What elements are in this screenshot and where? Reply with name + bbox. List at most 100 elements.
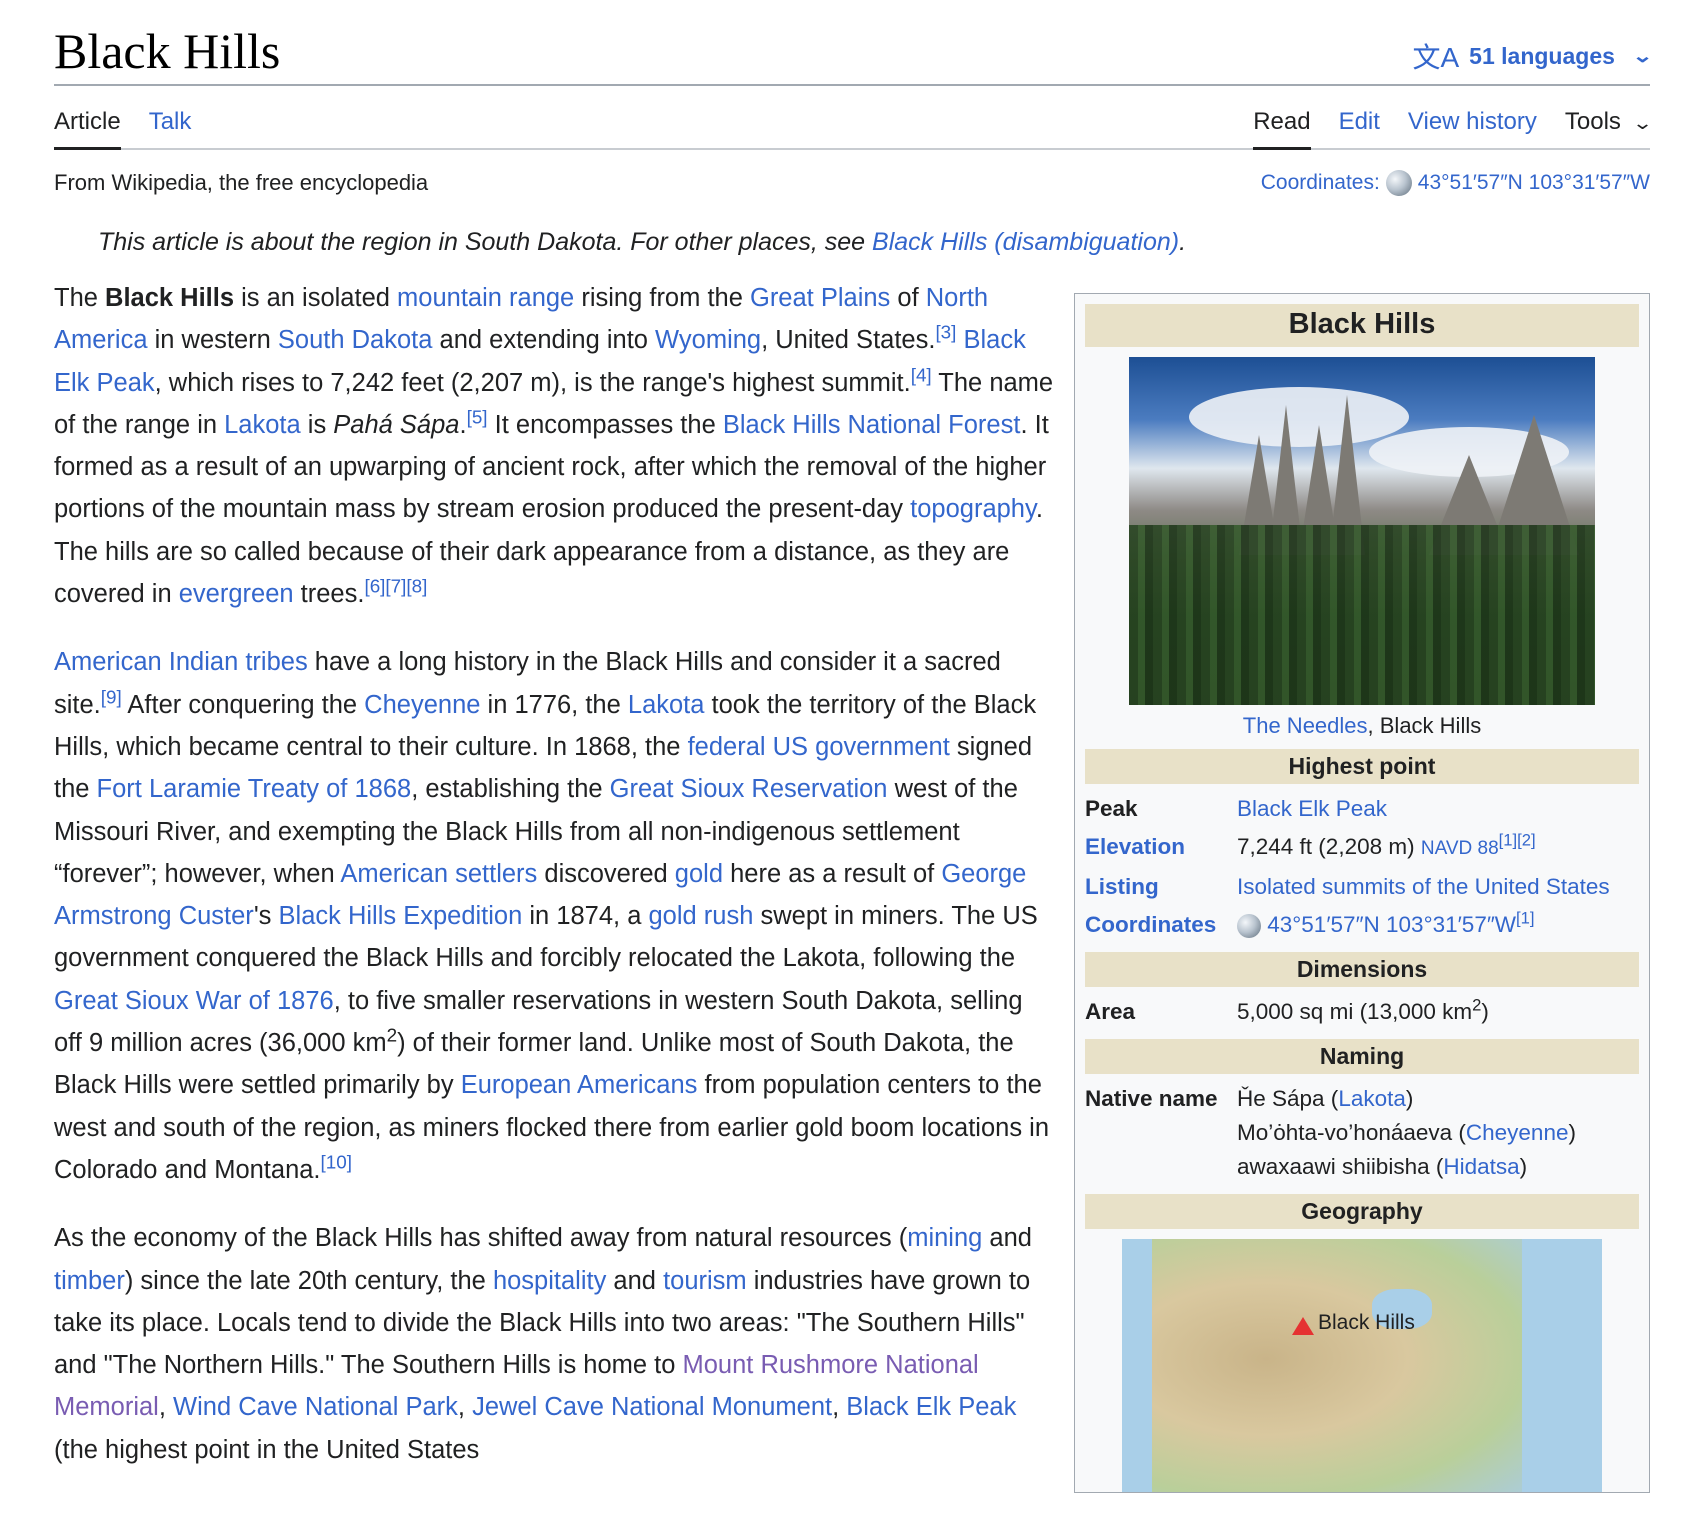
sub-header: From Wikipedia, the free encyclopedia Co… bbox=[54, 150, 1650, 210]
text: , which rises to 7,242 feet (2,207 m), i… bbox=[154, 368, 911, 397]
tab-article[interactable]: Article bbox=[54, 86, 121, 150]
link-timber[interactable]: timber bbox=[54, 1267, 125, 1295]
superscript: 2 bbox=[1472, 995, 1482, 1015]
infobox-title: Black Hills bbox=[1085, 304, 1639, 347]
link-federal-us-government[interactable]: federal US government bbox=[688, 733, 950, 761]
coordinates-link[interactable]: 43°51′57″N 103°31′57″W bbox=[1418, 171, 1650, 195]
globe-icon[interactable] bbox=[1385, 170, 1412, 196]
coordinates-label-link[interactable]: Coordinates bbox=[1085, 908, 1237, 942]
text: is bbox=[300, 410, 334, 439]
area-value: 5,000 sq mi (13,000 km bbox=[1237, 999, 1473, 1024]
row-area: Area 5,000 sq mi (13,000 km2) bbox=[1085, 995, 1639, 1029]
link-wyoming[interactable]: Wyoming bbox=[655, 326, 761, 354]
reference-link[interactable]: [9] bbox=[101, 686, 122, 707]
globe-icon[interactable] bbox=[1237, 914, 1261, 939]
translate-icon: 文A bbox=[1412, 42, 1460, 73]
cloud bbox=[1189, 387, 1409, 447]
link-lakota[interactable]: Lakota bbox=[224, 411, 301, 439]
section-highest-point: Highest point bbox=[1085, 749, 1639, 784]
reference-link[interactable]: [1] bbox=[1516, 909, 1535, 928]
text: 's bbox=[253, 902, 279, 931]
link-lakota[interactable]: Lakota bbox=[1338, 1086, 1406, 1111]
listing-label-link[interactable]: Listing bbox=[1085, 870, 1237, 904]
bold-title: Black Hills bbox=[105, 284, 235, 312]
reference-link[interactable]: [5] bbox=[467, 406, 488, 427]
hatnote-text: This article is about the region in Sout… bbox=[98, 228, 866, 256]
languages-label: 51 languages bbox=[1469, 42, 1615, 69]
coordinates-link[interactable]: 43°51′57″N 103°31′57″W bbox=[1267, 912, 1516, 937]
text: trees. bbox=[293, 580, 365, 609]
link-fort-laramie-treaty[interactable]: Fort Laramie Treaty of 1868 bbox=[97, 775, 412, 803]
text: is an isolated bbox=[234, 284, 398, 312]
location-map[interactable]: Black Hills bbox=[1122, 1239, 1602, 1492]
link-mountain-range[interactable]: mountain range bbox=[397, 284, 574, 312]
text: rising from the bbox=[574, 284, 750, 312]
hatnote-link[interactable]: Black Hills (disambiguation) bbox=[872, 228, 1179, 256]
text: ) bbox=[1405, 1086, 1414, 1111]
link-gold-rush[interactable]: gold rush bbox=[648, 902, 753, 930]
text: of bbox=[890, 284, 926, 312]
tab-view-history[interactable]: View history bbox=[1408, 86, 1537, 150]
link-american-indian-tribes[interactable]: American Indian tribes bbox=[54, 648, 308, 676]
section-dimensions: Dimensions bbox=[1085, 952, 1639, 987]
link-hidatsa[interactable]: Hidatsa bbox=[1443, 1154, 1519, 1179]
hatnote-end: . bbox=[1179, 228, 1187, 256]
reference-link[interactable]: [4] bbox=[911, 364, 932, 385]
article-body: The Black Hills is an isolated mountain … bbox=[54, 277, 1054, 1497]
link-hospitality[interactable]: hospitality bbox=[493, 1267, 606, 1295]
link-evergreen[interactable]: evergreen bbox=[179, 580, 294, 608]
tab-edit[interactable]: Edit bbox=[1339, 86, 1380, 150]
row-native-name: Native name Ȟe Sápa (Lakota) Mo’ȯhta-vo’… bbox=[1085, 1082, 1639, 1184]
navd-link[interactable]: NAVD 88 bbox=[1421, 838, 1499, 859]
link-topography[interactable]: topography bbox=[910, 495, 1036, 523]
native-name-lakota: Ȟe Sápa (Lakota) bbox=[1237, 1082, 1639, 1116]
reference-link[interactable]: [3] bbox=[935, 322, 956, 343]
paragraph-3: As the economy of the Black Hills has sh… bbox=[54, 1217, 1054, 1471]
peak-link[interactable]: Black Elk Peak bbox=[1237, 796, 1387, 821]
link-american-settlers[interactable]: American settlers bbox=[340, 860, 537, 888]
link-tourism[interactable]: tourism bbox=[663, 1267, 747, 1295]
text: and bbox=[982, 1224, 1032, 1253]
link-south-dakota[interactable]: South Dakota bbox=[278, 326, 433, 354]
paragraph-2: American Indian tribes have a long histo… bbox=[54, 641, 1054, 1191]
link-black-elk-peak[interactable]: Black Elk Peak bbox=[846, 1393, 1016, 1421]
row-elevation: Elevation 7,244 ft (2,208 m) NAVD 88[1][… bbox=[1085, 830, 1639, 866]
link-black-hills-national-forest[interactable]: Black Hills National Forest bbox=[723, 411, 1021, 439]
text: , bbox=[457, 1393, 473, 1422]
reference-link[interactable]: [10] bbox=[321, 1151, 352, 1172]
link-mining[interactable]: mining bbox=[907, 1224, 982, 1252]
tab-talk[interactable]: Talk bbox=[149, 86, 192, 150]
reference-link[interactable]: [6][7][8] bbox=[364, 576, 427, 597]
link-cheyenne[interactable]: Cheyenne bbox=[364, 691, 480, 719]
tab-read[interactable]: Read bbox=[1253, 86, 1311, 150]
section-geography: Geography bbox=[1085, 1194, 1639, 1229]
caption-text: , Black Hills bbox=[1367, 713, 1482, 738]
text: ) bbox=[1519, 1154, 1528, 1179]
languages-button[interactable]: 文A 51 languages ⌄ bbox=[1412, 36, 1653, 76]
text: , bbox=[832, 1393, 847, 1422]
native-name-hidatsa: awaxaawi shiibisha (Hidatsa) bbox=[1237, 1150, 1639, 1184]
link-gold[interactable]: gold bbox=[675, 860, 723, 888]
listing-link[interactable]: Isolated summits of the United States bbox=[1237, 874, 1610, 899]
text: ) since the late 20th century, the bbox=[124, 1266, 493, 1295]
link-european-americans[interactable]: European Americans bbox=[461, 1071, 698, 1099]
caption-link[interactable]: The Needles bbox=[1243, 713, 1368, 738]
link-cheyenne[interactable]: Cheyenne bbox=[1466, 1120, 1569, 1145]
coordinates-label-link[interactable]: Coordinates: bbox=[1261, 171, 1380, 195]
link-jewel-cave[interactable]: Jewel Cave National Monument bbox=[472, 1393, 832, 1421]
link-great-sioux-war[interactable]: Great Sioux War of 1876 bbox=[54, 987, 334, 1015]
link-great-plains[interactable]: Great Plains bbox=[750, 284, 890, 312]
link-black-hills-expedition[interactable]: Black Hills Expedition bbox=[279, 902, 523, 930]
infobox-photo-needles[interactable] bbox=[1129, 357, 1595, 705]
text: ) bbox=[1481, 999, 1489, 1024]
link-great-sioux-reservation[interactable]: Great Sioux Reservation bbox=[610, 775, 888, 803]
link-lakota[interactable]: Lakota bbox=[628, 691, 705, 719]
text: in 1776, the bbox=[480, 690, 628, 719]
elevation-label-link[interactable]: Elevation bbox=[1085, 830, 1237, 866]
tools-menu[interactable]: Tools ⌄ bbox=[1565, 86, 1653, 150]
section-naming: Naming bbox=[1085, 1039, 1639, 1074]
italic-name: Pahá Sápa bbox=[333, 410, 460, 439]
reference-link[interactable]: [1][2] bbox=[1499, 831, 1536, 850]
text: As the economy of the Black Hills has sh… bbox=[54, 1224, 908, 1253]
link-wind-cave[interactable]: Wind Cave National Park bbox=[173, 1393, 458, 1421]
